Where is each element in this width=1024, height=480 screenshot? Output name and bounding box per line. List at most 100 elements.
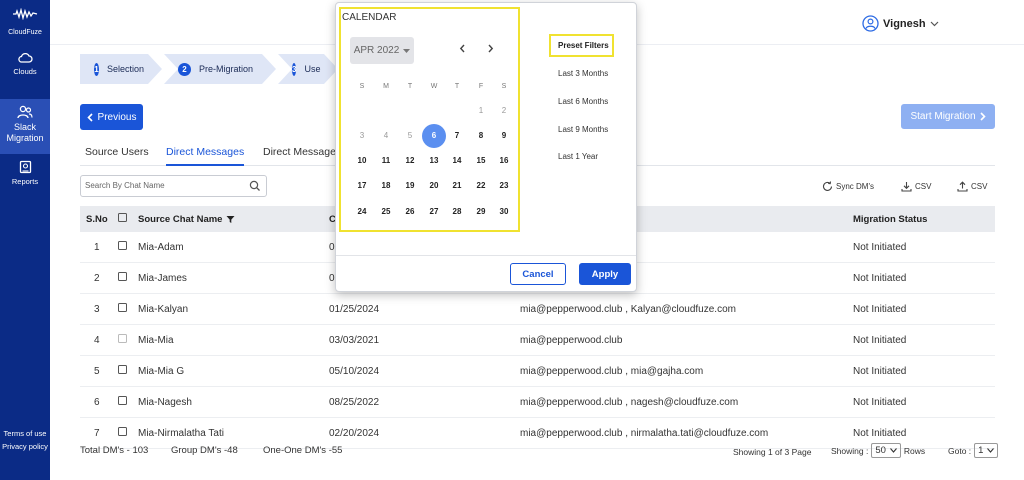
calendar-day[interactable]: 26: [398, 200, 422, 224]
sidebar: CloudFuze Clouds Slack Migration Reports…: [0, 0, 50, 480]
calendar-day[interactable]: 3: [350, 124, 374, 148]
cell-date: 03/03/2021: [329, 334, 380, 346]
cell-date: 08/25/2022: [329, 396, 380, 408]
terms-link[interactable]: Terms of use: [0, 429, 50, 438]
table-row[interactable]: 6 Mia-Nagesh 08/25/2022 mia@pepperwood.club…: [80, 387, 995, 418]
calendar-day[interactable]: 30: [492, 200, 516, 224]
calendar-day[interactable]: 2: [492, 99, 516, 123]
row-checkbox[interactable]: [118, 334, 127, 343]
row-checkbox[interactable]: [118, 272, 127, 281]
cell-date: 01/25/2024: [329, 303, 380, 315]
weekday-label: W: [430, 83, 438, 90]
calendar-day[interactable]: 16: [492, 149, 516, 173]
row-checkbox[interactable]: [118, 396, 127, 405]
prev-month-icon[interactable]: [459, 44, 466, 53]
cell-chat-name: Mia-Nirmalatha Tati: [138, 427, 224, 439]
row-checkbox[interactable]: [118, 427, 127, 436]
sidebar-item-clouds[interactable]: Clouds: [0, 52, 50, 77]
calendar-day[interactable]: 25: [374, 200, 398, 224]
tab-direct-messages[interactable]: Direct Messages: [166, 146, 245, 166]
upload-csv-button[interactable]: CSV: [957, 181, 987, 192]
rows-select[interactable]: 50: [871, 443, 901, 458]
row-checkbox[interactable]: [118, 365, 127, 374]
step-pre-migration[interactable]: 2 Pre-Migration: [164, 54, 276, 84]
calendar-day[interactable]: 7: [445, 124, 469, 148]
calendar-day[interactable]: 28: [445, 200, 469, 224]
brand-logo[interactable]: CloudFuze: [0, 7, 50, 36]
calendar-day[interactable]: 21: [445, 174, 469, 198]
calendar-day[interactable]: 19: [398, 174, 422, 198]
preset-last-1-year[interactable]: Last 1 Year: [558, 152, 598, 161]
chevron-down-icon: [890, 448, 897, 453]
calendar-day[interactable]: 23: [492, 174, 516, 198]
filter-icon[interactable]: [226, 215, 235, 224]
select-all-checkbox[interactable]: [118, 213, 127, 222]
calendar-day[interactable]: 9: [492, 124, 516, 148]
start-migration-button[interactable]: Start Migration: [901, 104, 995, 129]
user-avatar-icon: [862, 15, 879, 32]
cell-sno: 5: [94, 365, 100, 377]
user-menu[interactable]: Vignesh: [862, 15, 939, 32]
calendar-day[interactable]: 4: [374, 124, 398, 148]
sidebar-item-slack-migration[interactable]: Slack Migration: [0, 99, 50, 154]
weekday-label: T: [454, 83, 460, 90]
header-migration-status: Migration Status: [853, 213, 928, 225]
step-selection[interactable]: 1 Selection: [80, 54, 162, 84]
table-row[interactable]: 5 Mia-Mia G 05/10/2024 mia@pepperwood.club …: [80, 356, 995, 387]
goto-select[interactable]: 1: [974, 443, 999, 458]
cell-status: Not Initiated: [853, 272, 907, 284]
calendar-day[interactable]: 10: [350, 149, 374, 173]
chevron-down-icon: [987, 448, 995, 453]
calendar-day[interactable]: 12: [398, 149, 422, 173]
sidebar-item-reports[interactable]: Reports: [0, 160, 50, 187]
month-year-select[interactable]: APR 2022: [350, 37, 414, 64]
search-icon[interactable]: [249, 180, 261, 192]
tab-direct-message-groups[interactable]: Direct Message: [263, 146, 336, 158]
row-checkbox[interactable]: [118, 241, 127, 250]
calendar-day[interactable]: 1: [469, 99, 493, 123]
calendar-day[interactable]: 13: [422, 149, 446, 173]
weekday-label: F: [478, 83, 484, 90]
step-users[interactable]: 3 Use: [278, 54, 338, 84]
next-month-icon[interactable]: [487, 44, 494, 53]
calendar-popup: CALENDAR APR 2022 S M T W T F S 1 2 3 4 5 6 7 8 9 10 11 12…: [335, 2, 637, 292]
calendar-day[interactable]: 27: [422, 200, 446, 224]
calendar-day[interactable]: 6: [422, 124, 446, 148]
calendar-day[interactable]: 29: [469, 200, 493, 224]
calendar-day[interactable]: 15: [469, 149, 493, 173]
download-csv-button[interactable]: CSV: [901, 181, 931, 192]
sync-dms-button[interactable]: Sync DM's: [822, 181, 874, 192]
calendar-day[interactable]: 24: [350, 200, 374, 224]
users-icon: [17, 105, 33, 119]
preset-last-6-months[interactable]: Last 6 Months: [558, 97, 608, 106]
tab-source-users[interactable]: Source Users: [85, 146, 149, 158]
step-label: Use: [304, 64, 321, 74]
calendar-day[interactable]: 17: [350, 174, 374, 198]
calendar-day[interactable]: 8: [469, 124, 493, 148]
cell-checkbox: [118, 303, 138, 315]
chevron-left-icon: [86, 112, 93, 122]
calendar-day[interactable]: 5: [398, 124, 422, 148]
preset-last-3-months[interactable]: Last 3 Months: [558, 69, 608, 78]
apply-button[interactable]: Apply: [579, 263, 631, 285]
csv-label: CSV: [971, 182, 988, 191]
calendar-day[interactable]: 22: [469, 174, 493, 198]
month-year-value: APR 2022: [353, 45, 400, 56]
cell-chat-name: Mia-Kalyan: [138, 303, 189, 315]
table-row[interactable]: 4 Mia-Mia 03/03/2021 mia@pepperwood.club Not…: [80, 325, 995, 356]
calendar-day[interactable]: 20: [422, 174, 446, 198]
brand-name: CloudFuze: [8, 29, 42, 36]
privacy-link[interactable]: Privacy policy: [0, 442, 50, 451]
calendar-day[interactable]: 11: [374, 149, 398, 173]
download-icon: [901, 182, 912, 192]
row-checkbox[interactable]: [118, 303, 127, 312]
cancel-button[interactable]: Cancel: [510, 263, 566, 285]
cell-sno: 3: [94, 303, 100, 315]
cell-checkbox: [118, 334, 138, 346]
previous-button[interactable]: Previous: [80, 104, 143, 130]
calendar-day[interactable]: 18: [374, 174, 398, 198]
table-row[interactable]: 3 Mia-Kalyan 01/25/2024 mia@pepperwood.club…: [80, 294, 995, 325]
preset-last-9-months[interactable]: Last 9 Months: [558, 125, 608, 134]
search-input[interactable]: [85, 181, 245, 190]
calendar-day[interactable]: 14: [445, 149, 469, 173]
